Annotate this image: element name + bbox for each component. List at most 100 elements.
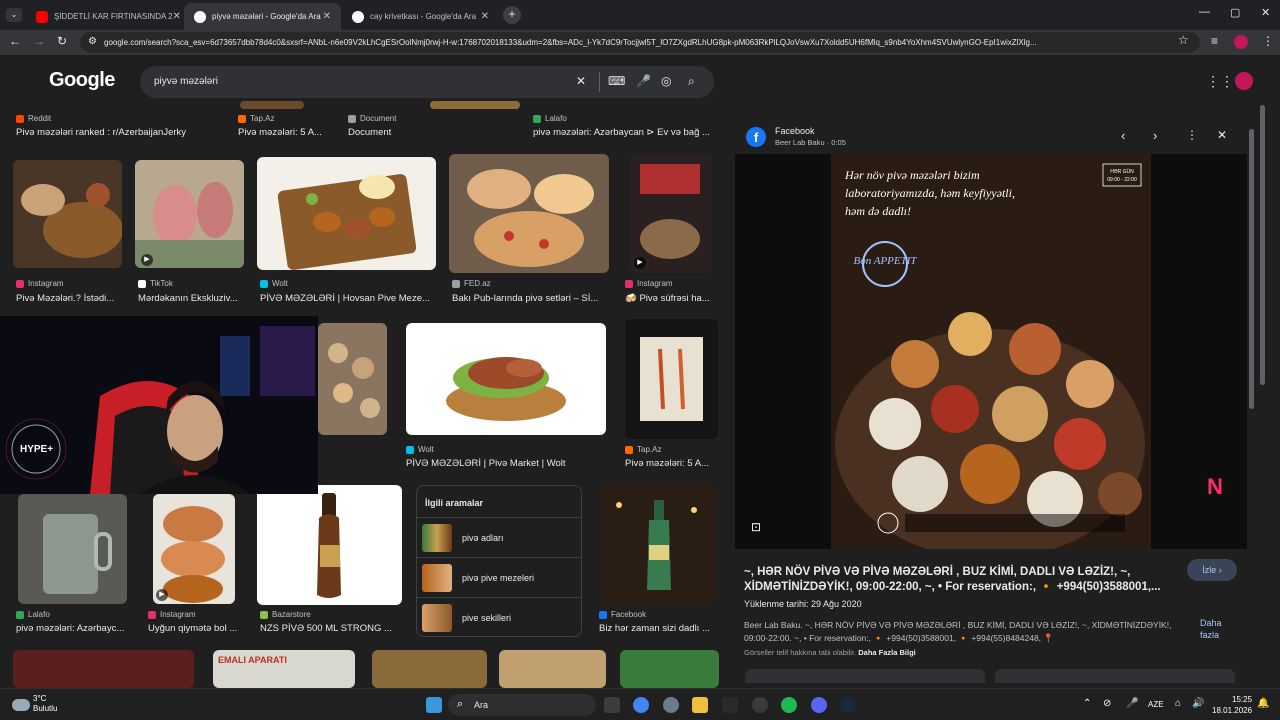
result-title[interactable]: Pivə məzələri ranked : r/AzerbaijanJerky: [16, 127, 226, 138]
image-result[interactable]: [449, 154, 609, 273]
image-result[interactable]: [372, 650, 487, 688]
result-title[interactable]: PİVƏ MƏZƏLƏRİ | Pivə Market | Wolt: [406, 458, 606, 469]
related-search-item[interactable]: pivə adları: [417, 517, 581, 557]
result-title[interactable]: Pivə Məzələri.? İstədi...: [16, 293, 124, 304]
site-info-icon[interactable]: ⚙: [88, 36, 97, 47]
result-title[interactable]: pivə məzələri: Azərbaycan ⊳ Ev və bağ ..…: [533, 127, 718, 138]
minimize-button[interactable]: —: [1199, 6, 1210, 18]
tab-google-search-active[interactable]: piyvə məzələri - Google'da Ara ✕: [184, 3, 341, 30]
result-title[interactable]: Pivə məzələri: 5 A...: [625, 458, 718, 469]
image-result[interactable]: [318, 323, 387, 435]
image-result[interactable]: EMALI APARATI: [213, 650, 355, 688]
new-tab-button[interactable]: +: [503, 6, 521, 24]
result-title[interactable]: Biz hər zaman sizi dadlı ...: [599, 623, 717, 634]
show-more-button[interactable]: Daha fazla: [1200, 617, 1230, 641]
scroll-thumb[interactable]: [1260, 105, 1265, 385]
result-title[interactable]: NZS PİVƏ 500 ML STRONG ...: [260, 623, 405, 634]
close-window-button[interactable]: ✕: [1261, 6, 1270, 19]
windows-start-icon[interactable]: [426, 697, 442, 713]
reload-icon[interactable]: ↻: [57, 34, 67, 48]
menu-icon[interactable]: ⋮: [1262, 34, 1274, 48]
back-icon[interactable]: ←: [9, 34, 21, 48]
task-view-icon[interactable]: [604, 697, 620, 713]
image-result[interactable]: [13, 160, 122, 268]
address-bar[interactable]: ⚙ google.com/search?sca_esv=6d73657dbb78…: [80, 32, 1200, 53]
google-logo[interactable]: Google: [49, 69, 115, 92]
image-result[interactable]: ▶: [135, 160, 244, 268]
network-off-icon[interactable]: ⊘: [1103, 698, 1111, 709]
previous-icon[interactable]: ‹: [1121, 128, 1125, 143]
result-title[interactable]: pivə məzələri: Azərbayc...: [16, 623, 128, 634]
image-result[interactable]: [257, 157, 436, 270]
close-panel-icon[interactable]: ✕: [1217, 128, 1227, 142]
close-tab-icon[interactable]: ✕: [173, 11, 181, 22]
steam-icon[interactable]: [840, 697, 856, 713]
result-title[interactable]: Document: [348, 127, 498, 138]
image-result[interactable]: [620, 650, 719, 688]
app-icon[interactable]: [722, 697, 738, 713]
image-result[interactable]: [257, 485, 402, 605]
bookmark-star-icon[interactable]: ☆: [1178, 33, 1189, 47]
result-title[interactable]: PİVƏ MƏZƏLƏRİ | Hovsan Pive Meze...: [260, 293, 438, 304]
result-title[interactable]: Bakı Pub-larında pivə setləri – Sİ...: [452, 293, 612, 304]
close-tab-icon[interactable]: ✕: [323, 11, 331, 22]
image-result[interactable]: [240, 101, 304, 109]
app-icon[interactable]: [752, 697, 768, 713]
scroll-thumb[interactable]: [1249, 129, 1254, 409]
image-result[interactable]: [18, 494, 127, 604]
search-box[interactable]: piyvə məzələri ✕ ⌨ 🎤 ◎ ⌕: [140, 66, 714, 98]
panel-source[interactable]: Facebook: [775, 126, 815, 136]
search-icon[interactable]: ⌕: [688, 74, 695, 89]
account-avatar[interactable]: [1235, 72, 1253, 90]
tab-search-button[interactable]: ⌄: [6, 8, 22, 22]
notification-icon[interactable]: 🔔: [1257, 698, 1269, 709]
image-result[interactable]: [625, 319, 718, 439]
action-button[interactable]: [745, 669, 985, 683]
image-result[interactable]: ▶: [153, 494, 235, 604]
result-title[interactable]: Pivə məzələri: 5 A...: [238, 127, 338, 138]
lens-search-icon[interactable]: ⊡: [751, 520, 761, 534]
clear-search-icon[interactable]: ✕: [576, 74, 586, 88]
weather-widget[interactable]: 3°C Bulutlu: [33, 694, 57, 714]
result-title[interactable]: 🍻 Pivə süfrəsi ha...: [625, 293, 717, 304]
image-result[interactable]: [13, 650, 194, 688]
action-button[interactable]: [995, 669, 1235, 683]
next-icon[interactable]: ›: [1153, 128, 1157, 143]
keyboard-icon[interactable]: ⌨: [608, 74, 625, 88]
show-hidden-icons-icon[interactable]: ⌃: [1083, 698, 1091, 709]
image-result[interactable]: [406, 323, 606, 435]
volume-icon[interactable]: 🔊: [1192, 698, 1204, 709]
clock[interactable]: 15:25 18.01.2026: [1212, 694, 1252, 716]
language-indicator[interactable]: AZE: [1148, 700, 1164, 709]
panel-scrollbar[interactable]: [1247, 107, 1257, 687]
tab-google-search[interactable]: cay krivetkası - Google'da Ara ✕: [342, 3, 499, 30]
image-result[interactable]: [599, 485, 715, 605]
microphone-icon[interactable]: 🎤: [1126, 698, 1138, 709]
profile-avatar[interactable]: [1234, 35, 1248, 49]
preview-image[interactable]: Bon APPETIT Hər növ pivə məzələri bizim …: [735, 154, 1247, 559]
more-options-icon[interactable]: ⋮: [1186, 128, 1198, 142]
watch-button[interactable]: İzle ›: [1187, 559, 1237, 581]
result-title[interactable]: Uyğun qiymətə bol ...: [148, 623, 240, 634]
more-info-link[interactable]: Daha Fazla Bilgi: [858, 648, 916, 657]
close-tab-icon[interactable]: ✕: [481, 11, 489, 22]
image-result[interactable]: [430, 101, 520, 109]
panel-title[interactable]: ~, HƏR NÖV PİVƏ VƏ PİVƏ MƏZƏLƏRİ , BUZ K…: [744, 565, 1174, 595]
tab-youtube[interactable]: ŞİDDETLİ KAR FIRTINASINDA 2 ✕: [26, 3, 183, 30]
reading-list-icon[interactable]: ≡: [1211, 34, 1218, 48]
discord-icon[interactable]: [811, 697, 827, 713]
lens-icon[interactable]: ◎: [661, 74, 671, 88]
related-search-item[interactable]: pivə pive mezeleri: [417, 557, 581, 597]
spotify-icon[interactable]: [781, 697, 797, 713]
network-icon[interactable]: ⌂: [1175, 698, 1181, 709]
related-search-item[interactable]: pive sekilleri: [417, 597, 581, 637]
file-explorer-icon[interactable]: [692, 697, 708, 713]
image-result[interactable]: [499, 650, 606, 688]
page-scrollbar[interactable]: [1257, 55, 1280, 688]
search-input[interactable]: piyvə məzələri: [154, 76, 218, 87]
microphone-icon[interactable]: 🎤: [636, 74, 651, 88]
forward-icon[interactable]: →: [33, 34, 45, 48]
settings-icon[interactable]: [663, 697, 679, 713]
maximize-button[interactable]: ▢: [1230, 6, 1240, 19]
taskbar-search[interactable]: ⌕ Ara: [448, 694, 596, 716]
